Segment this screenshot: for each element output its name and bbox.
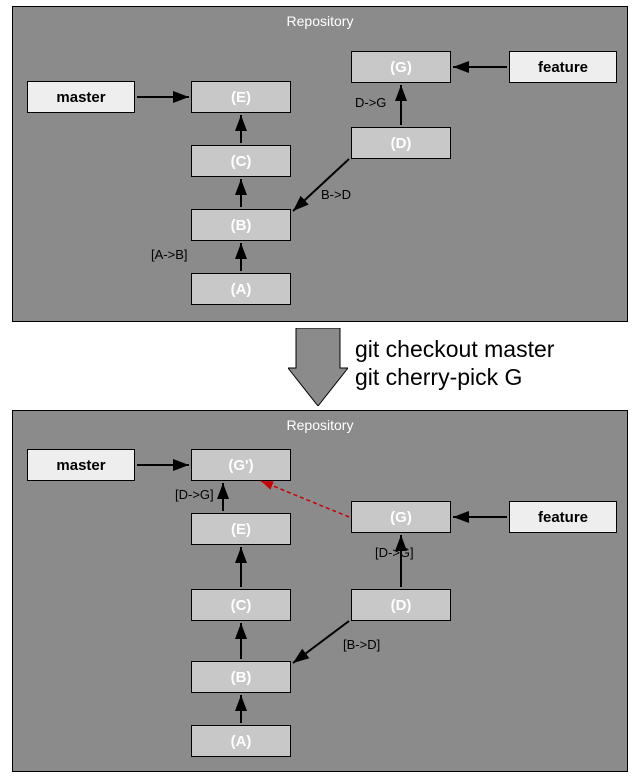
edge-label-AB: [A->B] — [151, 247, 188, 262]
edge-label-DG: [D->G] — [375, 545, 414, 560]
commit-A: (A) — [191, 273, 291, 305]
repo-title: Repository — [13, 13, 627, 29]
branch-master: master — [27, 449, 135, 481]
commit-G: (G) — [351, 501, 451, 533]
commit-A: (A) — [191, 725, 291, 757]
repository-after: Repository master feature (G') (E) (C) (… — [12, 410, 628, 772]
git-commands: git checkout master git cherry-pick G — [355, 336, 554, 391]
commit-Gprime: (G') — [191, 449, 291, 481]
commit-C: (C) — [191, 145, 291, 177]
edge-label-BD: [B->D] — [343, 637, 380, 652]
commit-D: (D) — [351, 589, 451, 621]
commit-E: (E) — [191, 81, 291, 113]
branch-feature: feature — [509, 51, 617, 83]
repository-before: Repository master feature (E) (C) (B) (A… — [12, 6, 628, 322]
commit-D: (D) — [351, 127, 451, 159]
commit-B: (B) — [191, 661, 291, 693]
transition-arrow-icon — [288, 328, 348, 406]
repo-title: Repository — [13, 417, 627, 433]
commit-B: (B) — [191, 209, 291, 241]
commit-E: (E) — [191, 513, 291, 545]
edge-label-BD: B->D — [321, 187, 351, 202]
branch-feature: feature — [509, 501, 617, 533]
commit-C: (C) — [191, 589, 291, 621]
cmd-line-1: git checkout master — [355, 336, 554, 364]
branch-master: master — [27, 81, 135, 113]
commit-G: (G) — [351, 51, 451, 83]
cmd-line-2: git cherry-pick G — [355, 364, 554, 392]
edge-label-DG: D->G — [355, 95, 386, 110]
edge-label-DGp: [D->G] — [175, 487, 214, 502]
